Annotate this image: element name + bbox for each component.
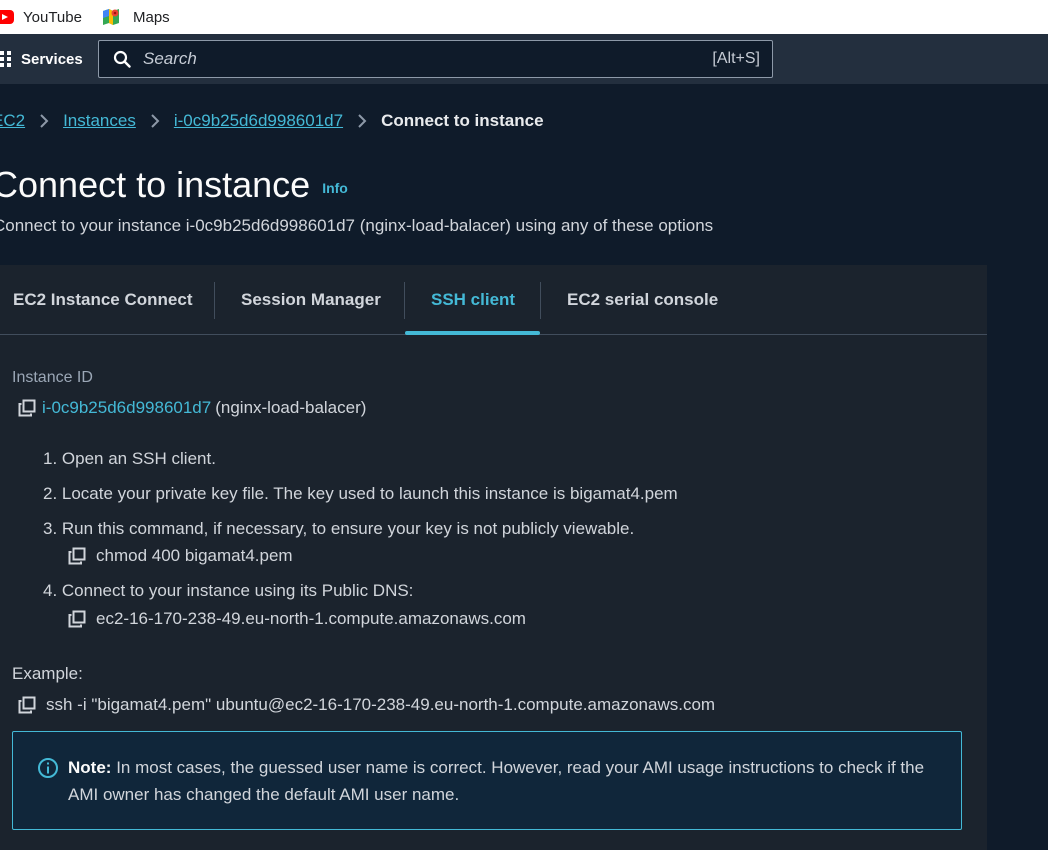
- info-link[interactable]: Info: [322, 180, 348, 196]
- youtube-icon: [0, 10, 14, 24]
- public-dns-row: ec2-16-170-238-49.eu-north-1.compute.ama…: [68, 609, 526, 629]
- instance-id-link[interactable]: i-0c9b25d6d998601d7: [42, 398, 211, 418]
- bookmark-youtube[interactable]: YouTube: [0, 0, 82, 34]
- search-input[interactable]: [143, 49, 683, 69]
- note-text: Note: In most cases, the guessed user na…: [68, 754, 938, 808]
- info-alert: Note: In most cases, the guessed user na…: [12, 731, 962, 830]
- example-command-row: ssh -i "bigamat4.pem" ubuntu@ec2-16-170-…: [18, 695, 715, 715]
- chevron-right-icon: [40, 114, 49, 128]
- breadcrumb-current: Connect to instance: [381, 111, 544, 130]
- search-shortcut-hint: [Alt+S]: [712, 50, 760, 67]
- bookmark-maps-label: Maps: [133, 8, 170, 26]
- search-box[interactable]: [Alt+S]: [98, 40, 773, 78]
- breadcrumb-instance-id[interactable]: i-0c9b25d6d998601d7: [174, 111, 343, 131]
- active-tab-indicator: [405, 331, 540, 335]
- bookmarks-bar: YouTube Maps: [0, 0, 1048, 34]
- instance-name: (nginx-load-balacer): [215, 398, 367, 417]
- tab-ec2-serial-console[interactable]: EC2 serial console: [567, 265, 718, 335]
- step-1: 1. Open an SSH client.: [43, 449, 216, 468]
- copy-icon[interactable]: [18, 696, 36, 714]
- maps-icon: [103, 9, 119, 25]
- page-title: Connect to instance Info: [0, 164, 348, 206]
- aws-top-nav: Services [Alt+S]: [0, 34, 1048, 84]
- example-command: ssh -i "bigamat4.pem" ubuntu@ec2-16-170-…: [46, 695, 716, 714]
- tab-ssh-client[interactable]: SSH client: [431, 265, 515, 335]
- public-dns: ec2-16-170-238-49.eu-north-1.compute.ama…: [96, 609, 526, 628]
- bookmark-maps[interactable]: Maps: [101, 0, 170, 34]
- copy-icon[interactable]: [68, 547, 86, 565]
- copy-icon[interactable]: [68, 610, 86, 628]
- breadcrumb: EC2 Instances i-0c9b25d6d998601d7 Connec…: [0, 111, 544, 131]
- step-3: 3. Run this command, if necessary, to en…: [43, 519, 635, 538]
- tab-divider: [404, 282, 405, 319]
- tab-bar: EC2 Instance Connect Session Manager SSH…: [0, 265, 987, 335]
- search-icon: [113, 50, 131, 68]
- info-circle-icon: [38, 758, 58, 778]
- copy-icon[interactable]: [18, 399, 36, 417]
- chmod-command-row: chmod 400 bigamat4.pem: [68, 546, 293, 566]
- services-label: Services: [21, 50, 83, 68]
- note-bold-label: Note:: [68, 758, 112, 777]
- instance-id-label: Instance ID: [12, 369, 93, 386]
- grid-icon: [0, 51, 11, 67]
- page-title-text: Connect to instance: [0, 164, 311, 205]
- tab-session-manager[interactable]: Session Manager: [241, 265, 381, 335]
- tab-divider: [214, 282, 215, 319]
- breadcrumb-ec2[interactable]: EC2: [0, 111, 25, 131]
- step-2: 2. Locate your private key file. The key…: [43, 484, 678, 503]
- chevron-right-icon: [358, 114, 367, 128]
- chevron-right-icon: [151, 114, 160, 128]
- note-body: In most cases, the guessed user name is …: [68, 758, 925, 804]
- tab-ec2-instance-connect[interactable]: EC2 Instance Connect: [13, 265, 193, 335]
- step-4: 4. Connect to your instance using its Pu…: [43, 581, 414, 600]
- tab-divider: [540, 282, 541, 319]
- page-subtitle: Connect to your instance i-0c9b25d6d9986…: [0, 216, 714, 235]
- breadcrumb-instances[interactable]: Instances: [63, 111, 136, 131]
- chmod-command: chmod 400 bigamat4.pem: [96, 546, 293, 565]
- example-label: Example:: [12, 664, 83, 683]
- services-menu-button[interactable]: Services: [0, 34, 83, 84]
- bookmark-youtube-label: YouTube: [23, 8, 82, 26]
- instance-id-row: i-0c9b25d6d998601d7 (nginx-load-balacer): [18, 398, 366, 418]
